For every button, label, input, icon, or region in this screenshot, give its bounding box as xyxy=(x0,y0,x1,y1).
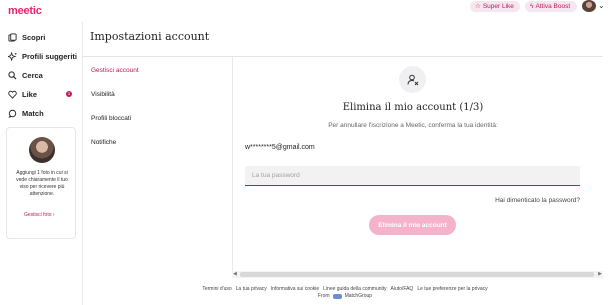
sparkles-icon xyxy=(8,51,17,61)
chevron-down-icon[interactable]: ⌄ xyxy=(598,1,605,10)
settings-menu-visibilita[interactable]: Visibilità xyxy=(91,91,115,98)
sidebar-item-cerca[interactable]: Cerca xyxy=(8,68,43,82)
footer-link-terms[interactable]: Termini d'uso xyxy=(202,286,231,292)
boost-button[interactable]: ϟ Attiva Boost xyxy=(525,1,577,12)
sidebar-item-label: Cerca xyxy=(22,70,43,80)
settings-menu-notifiche[interactable]: Notifiche xyxy=(91,139,116,146)
sidebar-divider xyxy=(82,22,83,305)
sidebar-item-label: Match xyxy=(22,108,44,118)
page-title: Impostazioni account xyxy=(90,30,210,43)
photo-promo-card: Aggiungi 1 foto in cui si vede chiaramen… xyxy=(6,127,76,239)
lightning-icon: ϟ xyxy=(530,3,534,10)
sidebar-item-label: Scopri xyxy=(22,32,46,42)
boost-label: Attiva Boost xyxy=(535,3,571,10)
chat-icon xyxy=(8,109,17,118)
footer-links: Termini d'uso La tua privacy Informativa… xyxy=(0,286,610,292)
promo-text: Aggiungi 1 foto in cui si vede chiaramen… xyxy=(16,170,68,197)
forgot-password-link[interactable]: Hai dimenticato la password? xyxy=(470,197,580,204)
sidebar-item-label: Profili suggeriti xyxy=(22,51,78,61)
sidebar-item-scopri[interactable]: Scopri xyxy=(8,30,45,44)
footer-link-help[interactable]: Aiuto/FAQ xyxy=(391,286,414,292)
header-divider xyxy=(83,56,603,57)
footer-link-privacy[interactable]: La tua privacy xyxy=(236,286,267,292)
settings-menu-gestisci-account[interactable]: Gestisci account xyxy=(91,67,139,74)
footer-brand: MatchGroup xyxy=(344,293,373,299)
super-like-label: Super Like xyxy=(482,3,514,10)
footer-from-label: From xyxy=(317,293,330,299)
scrollbar-thumb[interactable] xyxy=(240,272,594,277)
settings-menu-profili-bloccati[interactable]: Profili bloccati xyxy=(91,115,131,122)
horizontal-scrollbar[interactable]: ◀ ▶ xyxy=(232,271,603,278)
footer-from: From MatchGroup xyxy=(0,293,610,299)
delete-account-title: Elimina il mio account (1/3) xyxy=(342,102,484,113)
manage-photos-link[interactable]: Gestisci foto › xyxy=(24,212,55,218)
top-bar: meetic ☆ Super Like ϟ Attiva Boost ⌄ xyxy=(0,0,610,22)
search-icon xyxy=(8,70,17,79)
scroll-left-arrow-icon[interactable]: ◀ xyxy=(233,271,237,278)
footer-link-cookies[interactable]: Informativa sui cookie xyxy=(271,286,319,292)
delete-account-button[interactable]: Elimina il mio account xyxy=(369,215,456,235)
user-avatar[interactable] xyxy=(582,0,596,12)
super-like-button[interactable]: ☆ Super Like xyxy=(470,1,520,12)
discover-icon xyxy=(8,32,17,42)
sidebar-item-profili-suggeriti[interactable]: Profili suggeriti xyxy=(8,49,77,63)
like-count-badge: 1 xyxy=(66,91,72,97)
promo-avatar xyxy=(29,137,55,163)
meetic-logo[interactable]: meetic xyxy=(8,5,42,17)
matchgroup-logo-icon xyxy=(332,293,342,299)
sidebar-item-like[interactable]: Like xyxy=(8,87,37,101)
footer-link-community[interactable]: Linee guida della community xyxy=(323,286,386,292)
sidebar-item-match[interactable]: Match xyxy=(8,106,44,120)
account-email: w********5@gmail.com xyxy=(245,144,315,151)
delete-account-subtitle: Per annullare l'iscrizione a Meetic, con… xyxy=(328,122,498,129)
chevron-right-icon: › xyxy=(52,212,55,218)
sidebar-item-label: Like xyxy=(22,89,38,99)
footer-link-privacy-preferences[interactable]: Le tue preferenze per la privacy xyxy=(417,286,487,292)
password-input[interactable] xyxy=(245,166,580,186)
user-remove-icon xyxy=(407,74,418,85)
heart-icon xyxy=(8,90,17,99)
delete-account-icon-circle xyxy=(399,66,426,93)
scroll-right-arrow-icon[interactable]: ▶ xyxy=(598,271,602,278)
settings-menu-divider xyxy=(232,57,233,278)
sidebar: Scopri Profili suggeriti Cerca Like 1 Ma… xyxy=(0,22,82,305)
star-icon: ☆ xyxy=(475,3,481,10)
